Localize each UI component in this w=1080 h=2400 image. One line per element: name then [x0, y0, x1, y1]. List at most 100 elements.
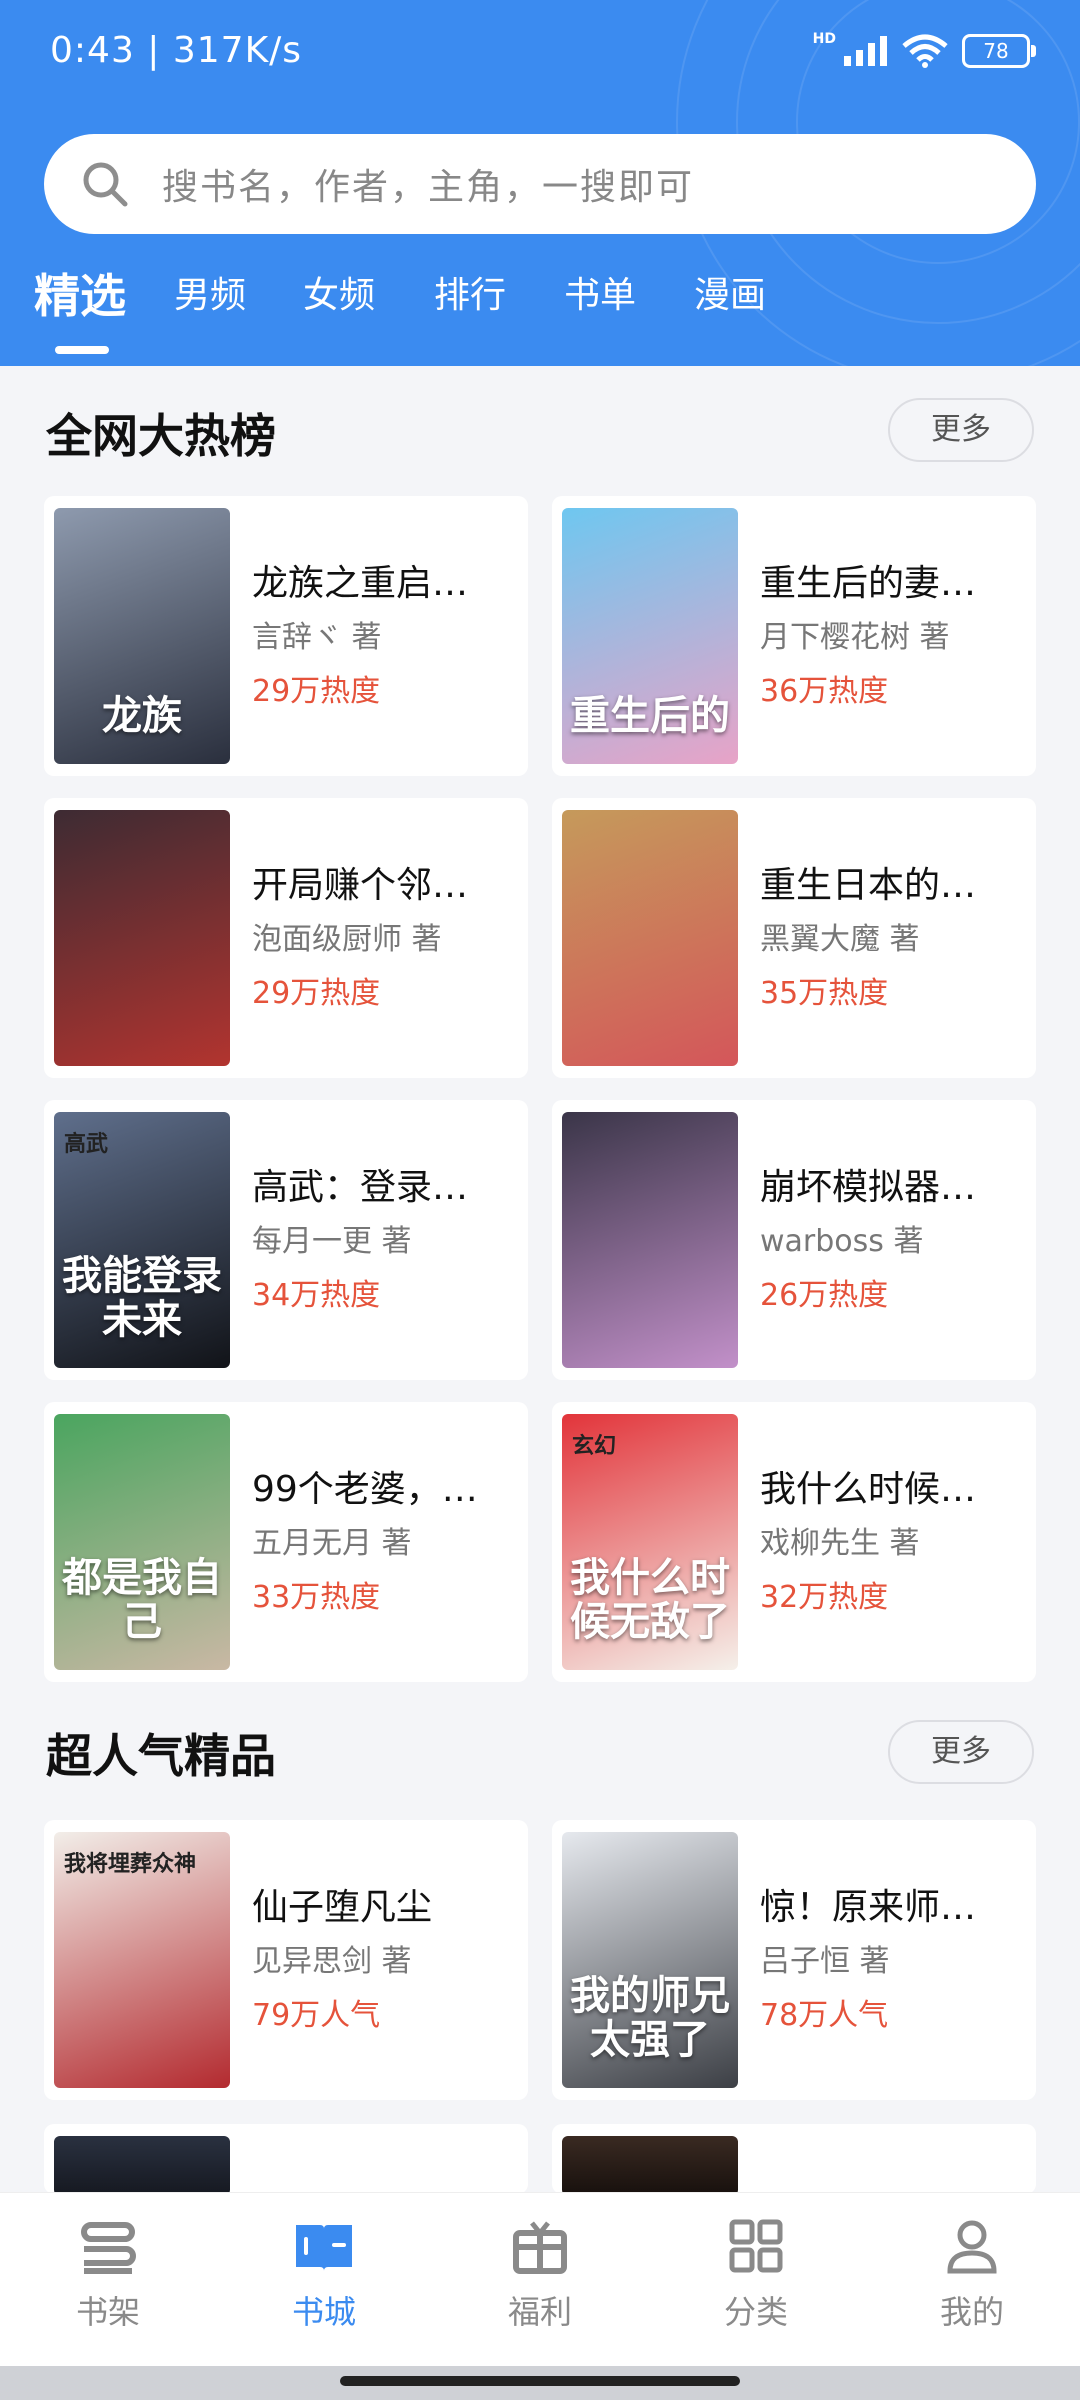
- book-cover: 重生后的: [562, 508, 738, 764]
- tab-nvpin[interactable]: 女频: [303, 266, 375, 318]
- nav-label: 我的: [939, 2293, 1004, 2331]
- book-title: 重生日本的…: [760, 865, 977, 906]
- gift-icon: [513, 2221, 567, 2274]
- book-cover: [562, 810, 738, 1066]
- book-cover: 我将埋葬众神: [54, 1832, 230, 2088]
- book-cover: 都是我自己: [54, 1414, 230, 1670]
- signal-icon: [844, 36, 887, 66]
- book-title: 高武：登录…: [252, 1167, 469, 1208]
- tab-paihang[interactable]: 排行: [434, 266, 506, 318]
- book-card[interactable]: 都是我自己 99个老婆，… 五月无月 著 33万热度: [44, 1402, 528, 1682]
- tab-jingxuan[interactable]: 精选: [34, 260, 126, 326]
- book-cover: [54, 810, 230, 1066]
- book-title: 龙族之重启…: [252, 563, 469, 604]
- book-author: 五月无月 著: [252, 1526, 412, 1561]
- bottom-navigation: 书架 书城 福利 分类 我的: [0, 2192, 1080, 2367]
- book-heat: 36万热度: [760, 674, 889, 709]
- cover-tag: 高武: [64, 1132, 109, 1157]
- book-heat: 26万热度: [760, 1278, 889, 1313]
- status-time: 0:43 | 317K/s: [50, 30, 303, 71]
- book-card[interactable]: 重生后的 重生后的妻… 月下樱花树 著 36万热度: [552, 496, 1036, 776]
- nav-label: 分类: [723, 2293, 788, 2331]
- book-title: 重生后的妻…: [760, 563, 977, 604]
- book-author: 戏柳先生 著: [760, 1526, 920, 1561]
- book-cover: 玄幻我什么时候无敌了: [562, 1414, 738, 1670]
- more-button-popular[interactable]: 更多: [888, 1720, 1034, 1784]
- cover-title: 我的师兄太强了: [570, 1973, 730, 2063]
- cover-title: 我能登录未来: [62, 1253, 222, 1343]
- nav-label: 书城: [291, 2293, 356, 2331]
- book-author: 月下樱花树 著: [760, 620, 950, 655]
- cover-title: 我什么时候无敌了: [570, 1555, 730, 1645]
- book-heat: 29万热度: [252, 976, 381, 1011]
- book-author: 言辞ヾ 著: [252, 620, 382, 655]
- cover-title: 龙族: [102, 693, 182, 739]
- book-title: 崩坏模拟器…: [760, 1167, 977, 1208]
- book-author: 黑翼大魔 著: [760, 922, 920, 957]
- book-card[interactable]: 我的师兄太强了 惊！原来师… 吕子恒 著 78万人气: [552, 1820, 1036, 2100]
- book-title: 开局赚个邻…: [252, 865, 469, 906]
- active-tab-indicator: [55, 346, 109, 354]
- book-author: warboss 著: [760, 1224, 924, 1259]
- cover-title: 都是我自己: [62, 1555, 222, 1645]
- book-title: 惊！原来师…: [760, 1887, 977, 1928]
- book-cover: 龙族: [54, 508, 230, 764]
- book-card[interactable]: 开局赚个邻… 泡面级厨师 著 29万热度: [44, 798, 528, 1078]
- book-card[interactable]: 玄幻 我什么时候无敌了 我什么时候… 戏柳先生 著 32万热度: [552, 1402, 1036, 1682]
- book-heat: 34万热度: [252, 1278, 381, 1313]
- category-tabs: 精选 男频 女频 排行 书单 漫画: [0, 266, 1080, 356]
- cover-tag: 我将埋葬众神: [64, 1852, 197, 1877]
- category-grid-icon: [729, 2219, 783, 2273]
- cover-title: 重生后的: [570, 693, 730, 739]
- nav-bookshelf[interactable]: 书架: [48, 2219, 168, 2333]
- tab-shudan[interactable]: 书单: [564, 266, 636, 318]
- search-icon: [83, 162, 128, 207]
- user-icon: [947, 2220, 997, 2274]
- book-author: 见异思剑 著: [252, 1944, 412, 1979]
- book-card-partial[interactable]: [44, 2124, 528, 2194]
- book-heat: 32万热度: [760, 1580, 889, 1615]
- nav-welfare[interactable]: 福利: [480, 2219, 600, 2333]
- book-heat: 79万人气: [252, 1998, 381, 2033]
- bookshelf-icon: [81, 2222, 136, 2274]
- book-heat: 29万热度: [252, 674, 381, 709]
- book-cover: 我的师兄太强了: [562, 1832, 738, 2088]
- open-book-icon: [296, 2225, 352, 2271]
- search-bar[interactable]: 搜书名，作者，主角，一搜即可: [44, 134, 1036, 234]
- more-button-hot[interactable]: 更多: [888, 398, 1034, 462]
- book-heat: 33万热度: [252, 1580, 381, 1615]
- book-card[interactable]: 崩坏模拟器… warboss 著 26万热度: [552, 1100, 1036, 1380]
- battery-indicator: 78: [962, 34, 1036, 68]
- tab-manhua[interactable]: 漫画: [694, 266, 766, 318]
- book-title: 我什么时候…: [760, 1469, 977, 1510]
- book-cover: [562, 1112, 738, 1368]
- book-cover: [562, 2136, 738, 2194]
- book-card[interactable]: 我将埋葬众神仙子堕凡尘见异思剑 著 79万人气: [44, 1820, 528, 2100]
- book-card[interactable]: 重生日本的… 黑翼大魔 著 35万热度: [552, 798, 1036, 1078]
- book-title: 仙子堕凡尘: [252, 1887, 433, 1928]
- section-title-popular: 超人气精品: [46, 1729, 276, 1783]
- nav-category[interactable]: 分类: [696, 2219, 816, 2333]
- cover-tag: 玄幻: [572, 1434, 617, 1459]
- book-card[interactable]: 龙族 龙族之重启… 言辞ヾ 著 29万热度: [44, 496, 528, 776]
- nav-profile[interactable]: 我的: [912, 2219, 1032, 2333]
- book-heat: 35万热度: [760, 976, 889, 1011]
- book-heat: 78万人气: [760, 1998, 889, 2033]
- book-card-partial[interactable]: [552, 2124, 1036, 2194]
- book-cover: 高武 我能登录未来: [54, 1112, 230, 1368]
- header: 0:43 | 317K/s HD 78 搜书名，作者，主角，一搜即可 精选 男频…: [0, 0, 1080, 366]
- book-card[interactable]: 高武 我能登录未来 高武：登录… 每月一更 著 34万热度: [44, 1100, 528, 1380]
- search-input[interactable]: 搜书名，作者，主角，一搜即可: [162, 158, 694, 210]
- hd-indicator: HD: [812, 31, 836, 47]
- book-author: 泡面级厨师 著: [252, 922, 442, 957]
- nav-bookstore[interactable]: 书城: [264, 2219, 384, 2333]
- nav-label: 书架: [75, 2293, 140, 2331]
- nav-label: 福利: [507, 2293, 572, 2331]
- tab-nanpin[interactable]: 男频: [174, 266, 246, 318]
- book-cover: [54, 2136, 230, 2194]
- wifi-icon: [902, 34, 948, 68]
- home-indicator[interactable]: [340, 2376, 740, 2386]
- section-title-hot: 全网大热榜: [46, 409, 276, 463]
- book-author: 每月一更 著: [252, 1224, 412, 1259]
- book-title: 99个老婆，…: [252, 1469, 478, 1510]
